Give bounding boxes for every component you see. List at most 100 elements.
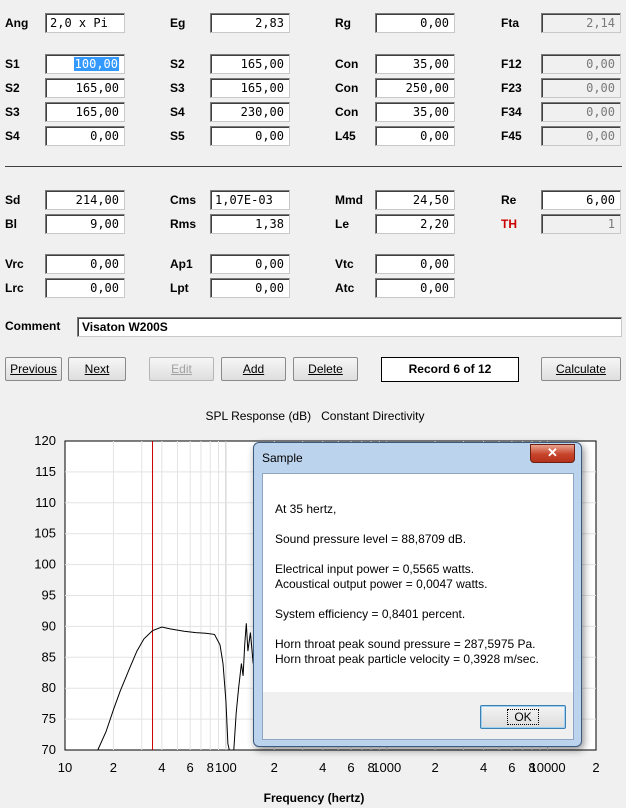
sample-dialog: Sample ✕ At 35 hertz, Sound pressure lev… [253,442,582,747]
x-tick-label: 100 [215,760,237,775]
param-field-8-0[interactable]: 0,00 [45,278,125,298]
param-label-0-1: Eg [170,16,186,30]
param-label-8-0: Lrc [5,281,24,295]
param-field-3-3: 0,00 [541,102,621,122]
param-field-6-0[interactable]: 9,00 [45,214,125,234]
selected-text: 100,00 [73,57,119,71]
record-indicator: Record 6 of 12 [381,357,519,382]
param-field-3-1[interactable]: 230,00 [210,102,290,122]
param-label-2-3: F23 [501,81,522,95]
ok-button[interactable]: OK [480,705,566,729]
comment-label: Comment [5,319,61,333]
x-tick-label: 2 [110,760,117,775]
param-field-1-0[interactable]: 100,00 [45,54,125,74]
param-label-2-0: S2 [5,81,20,95]
x-tick-label: 6 [508,760,515,775]
param-field-3-2[interactable]: 35,00 [375,102,455,122]
param-label-4-1: S5 [170,129,185,143]
param-field-7-2[interactable]: 0,00 [375,254,455,274]
y-tick-label: 115 [35,464,56,479]
param-field-6-2[interactable]: 2,20 [375,214,455,234]
calculate-button[interactable]: Calculate [541,357,621,381]
y-tick-label: 70 [42,742,56,757]
dialog-title: Sample [262,451,303,465]
param-field-7-0[interactable]: 0,00 [45,254,125,274]
param-field-2-0[interactable]: 165,00 [45,78,125,98]
param-label-2-2: Con [335,81,359,95]
x-tick-label: 10000 [529,760,565,775]
dialog-line-throat-pressure: Horn throat peak sound pressure = 287,59… [275,637,536,651]
param-label-7-0: Vrc [5,257,24,271]
dialog-line-efficiency: System efficiency = 0,8401 percent. [275,607,466,621]
param-label-6-3: TH [501,217,517,231]
param-label-5-0: Sd [5,193,21,207]
param-label-2-1: S3 [170,81,185,95]
param-field-6-3: 1 [541,214,621,234]
y-tick-label: 75 [42,711,56,726]
close-icon[interactable]: ✕ [530,444,575,463]
x-tick-label: 2 [432,760,439,775]
param-label-3-3: F34 [501,105,522,119]
param-label-6-0: Bl [5,217,17,231]
param-label-4-3: F45 [501,129,522,143]
param-label-5-3: Re [501,193,517,207]
param-field-0-2[interactable]: 0,00 [375,13,455,33]
param-field-5-2[interactable]: 24,50 [375,190,455,210]
param-field-0-0[interactable]: 2,0 x Pi [45,13,125,33]
x-tick-label: 4 [319,760,326,775]
param-field-1-1[interactable]: 165,00 [210,54,290,74]
edit-button[interactable]: Edit [149,357,214,381]
param-label-1-2: Con [335,57,359,71]
param-label-1-3: F12 [501,57,522,71]
delete-button[interactable]: Delete [293,357,358,381]
param-field-4-0[interactable]: 0,00 [45,126,125,146]
x-tick-label: 10 [58,760,72,775]
chart-title: SPL Response (dB) Constant Directivity [206,409,425,423]
param-field-1-2[interactable]: 35,00 [375,54,455,74]
dialog-line-electrical-power: Electrical input power = 0,5565 watts. [275,562,475,576]
param-field-1-3: 0,00 [541,54,621,74]
param-label-7-2: Vtc [335,257,354,271]
param-field-0-1[interactable]: 2,83 [210,13,290,33]
dialog-line-throat-velocity: Horn throat peak particle velocity = 0,3… [275,652,539,666]
param-field-7-1[interactable]: 0,00 [210,254,290,274]
param-field-5-1[interactable]: 1,07E-03 [210,190,290,210]
x-tick-label: 1000 [372,760,401,775]
param-field-3-0[interactable]: 165,00 [45,102,125,122]
param-field-4-2[interactable]: 0,00 [375,126,455,146]
next-button[interactable]: Next [68,357,126,381]
param-field-8-1[interactable]: 0,00 [210,278,290,298]
param-label-5-1: Cms [170,193,197,207]
param-label-6-1: Rms [170,217,197,231]
param-field-4-3: 0,00 [541,126,621,146]
add-button[interactable]: Add [221,357,286,381]
param-label-3-1: S4 [170,105,185,119]
x-axis-label: Frequency (hertz) [264,791,365,805]
x-tick-label: 6 [187,760,194,775]
x-tick-label: 4 [480,760,487,775]
param-field-8-2[interactable]: 0,00 [375,278,455,298]
param-field-4-1[interactable]: 0,00 [210,126,290,146]
param-field-2-1[interactable]: 165,00 [210,78,290,98]
dialog-line-acoustical-power: Acoustical output power = 0,0047 watts. [275,577,488,591]
y-tick-label: 95 [42,588,56,603]
param-label-5-2: Mmd [335,193,363,207]
param-field-5-0[interactable]: 214,00 [45,190,125,210]
param-label-3-2: Con [335,105,359,119]
section-divider [5,166,622,167]
param-field-5-3[interactable]: 6,00 [541,190,621,210]
x-tick-label: 8 [207,760,214,775]
param-field-2-3: 0,00 [541,78,621,98]
dialog-line-frequency: At 35 hertz, [275,502,337,516]
dialog-body: At 35 hertz, Sound pressure level = 88,8… [262,473,574,740]
param-label-8-1: Lpt [170,281,189,295]
comment-field[interactable]: Visaton W200S [77,317,622,337]
param-field-2-2[interactable]: 250,00 [375,78,455,98]
x-tick-label: 6 [347,760,354,775]
param-label-0-2: Rg [335,16,351,30]
param-field-6-1[interactable]: 1,38 [210,214,290,234]
previous-button[interactable]: Previous [5,357,62,381]
x-tick-label: 2 [271,760,278,775]
param-label-3-0: S3 [5,105,20,119]
param-label-7-1: Ap1 [170,257,193,271]
